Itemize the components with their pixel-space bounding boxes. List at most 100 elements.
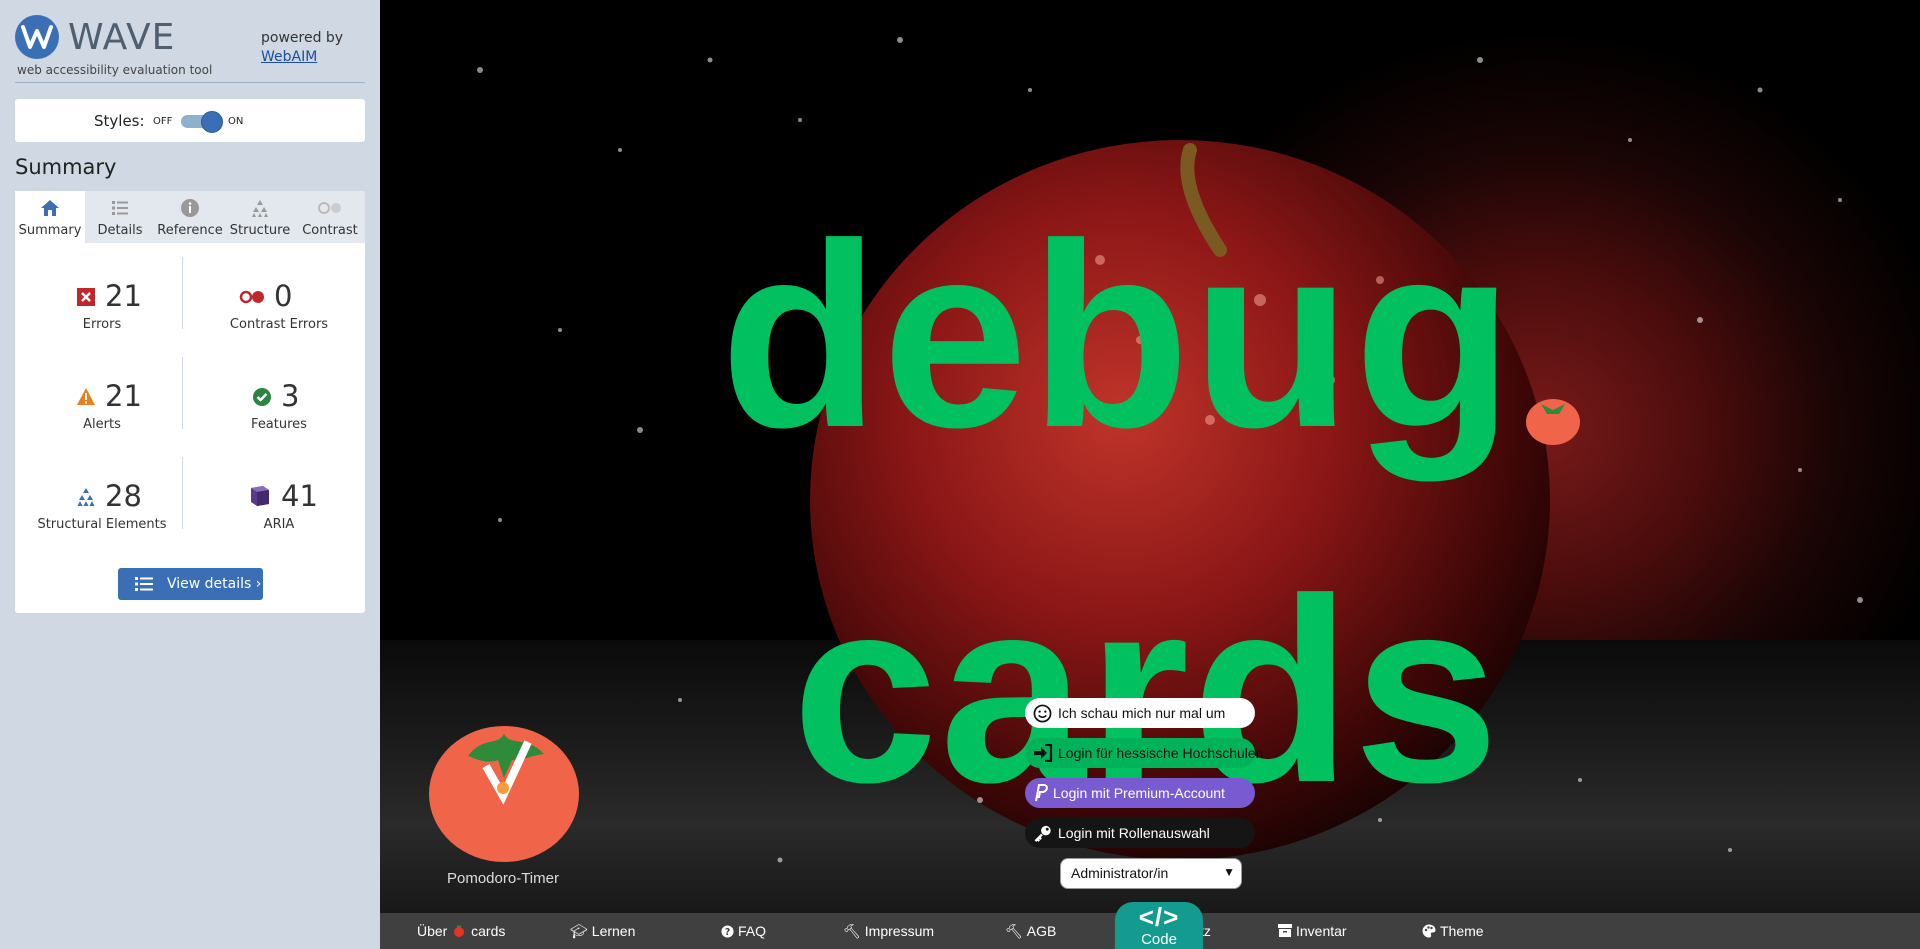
view-details-label: View details ›	[167, 576, 262, 592]
divider	[182, 357, 183, 429]
tab-label: Details	[97, 223, 143, 238]
role-select[interactable]: Administrator/in ▼	[1060, 858, 1242, 889]
alert-icon	[77, 388, 95, 405]
archive-icon	[1278, 924, 1292, 937]
tab-label: Reference	[157, 223, 223, 238]
wave-logo-icon[interactable]	[15, 15, 59, 59]
premium-login-button[interactable]: Login mit Premium-Account	[1025, 778, 1255, 808]
stat-count: 21	[105, 279, 142, 313]
hessen-login-button[interactable]: Login für hessische Hochschulen	[1025, 738, 1263, 768]
role-login-label: Login mit Rollenauswahl	[1058, 825, 1210, 841]
styles-off-label: OFF	[153, 116, 173, 127]
footer-label: Inventar	[1296, 923, 1347, 939]
paypal-icon	[1035, 784, 1048, 802]
list-icon	[135, 577, 153, 591]
hero-title-line1: debug	[720, 189, 1516, 482]
summary-panel: Summary Details Reference Structure Cont…	[15, 191, 365, 613]
webaim-link[interactable]: WebAIM	[261, 49, 317, 65]
footer-label-pre: Über	[417, 923, 448, 939]
role-login-button[interactable]: Login mit Rollenauswahl	[1025, 818, 1255, 848]
info-icon	[181, 199, 199, 217]
aria-icon	[251, 486, 269, 506]
styles-toggle-panel: Styles: OFF ON	[15, 99, 365, 142]
footer-link-theme[interactable]: Theme	[1422, 923, 1484, 939]
footer-label: FAQ	[738, 923, 767, 939]
powered-by: powered by WebAIM	[261, 29, 343, 67]
stat-label: Alerts	[83, 417, 121, 432]
graduation-cap-icon: 🎓︎	[570, 923, 588, 939]
smile-icon	[1033, 704, 1052, 723]
divider	[182, 457, 183, 529]
footer-link-agb[interactable]: 🔨︎ AGB	[1005, 923, 1056, 940]
footer-label: Lernen	[591, 923, 636, 939]
wave-sidebar: WAVE web accessibility evaluation tool p…	[0, 0, 380, 949]
stat-label: Features	[251, 417, 307, 432]
sign-in-icon	[1034, 744, 1053, 762]
palette-icon	[1422, 924, 1436, 938]
stat-count: 41	[281, 479, 318, 513]
styles-on-label: ON	[228, 116, 244, 127]
footer-label: AGB	[1026, 923, 1057, 939]
contrast-icon	[318, 202, 341, 214]
tab-label: Structure	[229, 223, 291, 238]
footer-link-inventar[interactable]: Inventar	[1278, 923, 1347, 939]
gavel-icon: 🔨︎	[843, 923, 861, 939]
divider	[182, 257, 183, 329]
footer-link-faq[interactable]: ? FAQ	[721, 923, 766, 939]
stat-count: 28	[105, 479, 142, 513]
view-details-button[interactable]: View details ›	[118, 568, 263, 600]
pomodoro-label: Pomodoro-Timer	[447, 870, 559, 887]
contrast-error-icon	[239, 290, 264, 304]
stat-count: 3	[281, 379, 300, 413]
footer-link-learn[interactable]: 🎓︎ Lernen	[570, 923, 635, 940]
home-icon	[41, 200, 59, 216]
footer-label: Impressum	[864, 923, 935, 939]
tab-details[interactable]: Details	[85, 191, 155, 243]
styles-label: Styles:	[94, 112, 145, 130]
tab-contrast[interactable]: Contrast	[295, 191, 365, 243]
svg-text:?: ?	[725, 927, 730, 938]
stat-label: Errors	[82, 317, 122, 332]
summary-heading: Summary	[15, 155, 117, 179]
wave-tabs: Summary Details Reference Structure Cont…	[15, 191, 365, 243]
gavel-icon: 🔨︎	[1005, 923, 1023, 939]
feature-icon	[253, 388, 271, 406]
tab-label: Summary	[18, 223, 82, 238]
key-icon	[1034, 825, 1051, 842]
chevron-down-icon: ▼	[1223, 865, 1235, 879]
powered-by-text: powered by	[261, 30, 344, 46]
wave-logo-text: WAVE	[68, 17, 176, 58]
error-icon	[77, 288, 95, 306]
tomato-logo-icon	[1526, 399, 1580, 445]
tab-label: Contrast	[302, 223, 358, 238]
role-select-value: Administrator/in	[1071, 865, 1169, 881]
code-tab-button[interactable]: </> Code	[1115, 902, 1203, 949]
tomato-icon	[454, 925, 465, 937]
code-icon: </>	[1138, 902, 1180, 932]
question-circle-icon: ?	[721, 925, 734, 938]
pomodoro-tomato-icon	[429, 726, 579, 862]
footer-link-about[interactable]: Über cards	[417, 923, 505, 939]
structure-icon	[77, 488, 95, 506]
wave-header: WAVE web accessibility evaluation tool p…	[15, 12, 365, 83]
structure-icon	[252, 200, 268, 217]
guest-login-label: Ich schau mich nur mal um	[1058, 705, 1226, 721]
stat-label: Contrast Errors	[229, 317, 329, 332]
tab-summary[interactable]: Summary	[15, 191, 85, 243]
footer-link-impressum[interactable]: 🔨︎ Impressum	[843, 923, 934, 940]
stat-label: ARIA	[263, 517, 295, 532]
footer-label: Theme	[1440, 923, 1484, 939]
stat-count: 0	[274, 279, 293, 313]
footer-label-post: cards	[471, 923, 506, 939]
tab-structure[interactable]: Structure	[225, 191, 295, 243]
tab-reference[interactable]: Reference	[155, 191, 225, 243]
hessen-login-label: Login für hessische Hochschulen	[1058, 745, 1264, 761]
styles-toggle-knob[interactable]	[201, 111, 223, 133]
pomodoro-timer[interactable]: Pomodoro-Timer	[428, 716, 588, 891]
list-icon	[112, 201, 128, 215]
wave-tagline: web accessibility evaluation tool	[17, 63, 213, 77]
debugcards-page: debug cards Pomodoro-Timer Ich schau mic…	[380, 0, 1920, 949]
premium-login-label: Login mit Premium-Account	[1053, 785, 1225, 801]
guest-login-button[interactable]: Ich schau mich nur mal um	[1025, 698, 1255, 728]
stat-label: Structural Elements	[37, 517, 167, 532]
